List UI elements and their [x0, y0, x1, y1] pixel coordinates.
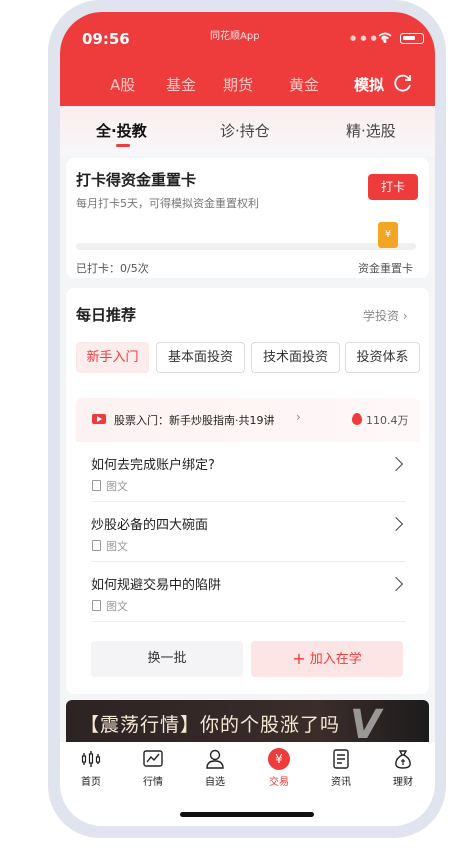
reset-card-icon: ¥	[378, 222, 398, 248]
candlestick-icon	[81, 751, 101, 767]
market-tab-fund[interactable]: 基金	[166, 74, 196, 95]
nav-home[interactable]: 首页	[66, 748, 116, 788]
market-tabs: A股 基金 期货 黄金 模拟	[60, 74, 435, 98]
tab-stock-picking[interactable]: 精·选股	[346, 120, 396, 141]
plus-icon: +	[292, 649, 306, 668]
nav-news[interactable]: 资讯	[316, 748, 366, 788]
nav-label: 资讯	[331, 777, 351, 788]
course-title: 股票入门：新手炒股指南·共19讲	[114, 414, 275, 427]
topic-chips: 新手入门 基本面投资 技术面投资 投资体系	[76, 342, 420, 374]
nav-label: 理财	[393, 777, 413, 788]
chevron-right-icon: ›	[402, 309, 408, 323]
nav-wealth[interactable]: 理财	[378, 748, 428, 788]
chevron-right-icon: ›	[296, 410, 301, 424]
chevron-right-icon	[388, 516, 404, 532]
chevron-right-icon	[388, 456, 404, 472]
document-icon	[92, 480, 101, 491]
tab-all-education[interactable]: 全·投教	[96, 120, 147, 141]
market-tab-futures[interactable]: 期货	[223, 74, 253, 95]
article-title: 如何去完成账户绑定?	[91, 458, 215, 473]
refresh-icon[interactable]	[393, 73, 413, 93]
category-tabs: 全·投教 诊·持仓 精·选股	[60, 106, 435, 156]
fire-icon	[352, 413, 362, 425]
app-screen: 09:56 同花顺App ● ● ● ● A股 基金 期货 黄金 模拟 全·投教…	[60, 12, 435, 826]
document-icon	[92, 540, 101, 551]
checkin-button[interactable]: 打卡	[368, 174, 418, 200]
checkin-title: 打卡得资金重置卡	[76, 171, 197, 189]
market-tab-a-share[interactable]: A股	[110, 74, 135, 95]
nav-label: 行情	[143, 777, 163, 788]
course-banner[interactable]: 股票入门：新手炒股指南·共19讲 › 110.4万	[76, 398, 420, 442]
nav-market[interactable]: 行情	[128, 748, 178, 788]
chip-fundamental[interactable]: 基本面投资	[156, 342, 245, 373]
market-tab-simulation[interactable]: 模拟	[354, 74, 384, 95]
chip-system[interactable]: 投资体系	[345, 342, 420, 373]
tab-diagnose-holdings[interactable]: 诊·持仓	[220, 120, 270, 141]
battery-icon	[400, 33, 424, 44]
daily-recommend-card: 每日推荐 学投资 › 新手入门 基本面投资 技术面投资 投资体系 股票入门：新手…	[66, 288, 429, 694]
active-tab-indicator	[116, 144, 130, 147]
nav-label: 交易	[269, 777, 289, 788]
home-indicator	[180, 812, 314, 817]
user-icon	[206, 749, 224, 769]
trade-icon: ¥	[268, 748, 290, 770]
chip-beginner[interactable]: 新手入门	[76, 342, 149, 373]
article-type: 图文	[106, 480, 128, 493]
chip-technical[interactable]: 技术面投资	[251, 342, 340, 373]
learn-invest-label: 学投资	[363, 309, 400, 323]
article-title: 如何规避交易中的陷阱	[91, 578, 222, 593]
article-item[interactable]: 如何去完成账户绑定? 图文	[91, 442, 406, 502]
wifi-icon	[378, 32, 392, 43]
status-app-label: 同花顺App	[210, 31, 260, 42]
article-type: 图文	[106, 540, 128, 553]
reset-card-label: 资金重置卡	[358, 262, 413, 275]
top-header: 09:56 同花顺App ● ● ● ● A股 基金 期货 黄金 模拟	[60, 12, 435, 106]
nav-watchlist[interactable]: 自选	[190, 748, 240, 788]
market-tab-gold[interactable]: 黄金	[289, 74, 319, 95]
document-icon	[92, 600, 101, 611]
checkin-subtitle: 每月打卡5天，可得模拟资金重置权利	[76, 197, 259, 210]
status-time: 09:56	[82, 30, 130, 48]
nav-label: 首页	[81, 777, 101, 788]
article-item[interactable]: 炒股必备的四大碗面 图文	[91, 502, 406, 562]
refresh-batch-button[interactable]: 换一批	[91, 641, 243, 677]
play-video-icon	[92, 414, 106, 424]
daily-title: 每日推荐	[76, 306, 137, 324]
nav-label: 自选	[205, 777, 225, 788]
learn-invest-link[interactable]: 学投资 ›	[363, 307, 408, 324]
course-views: 110.4万	[366, 414, 409, 427]
chevron-right-icon	[388, 576, 404, 592]
news-icon	[333, 749, 349, 769]
join-study-button[interactable]: + 加入在学	[251, 641, 403, 677]
banner-text: 【震荡行情】你的个股涨了吗	[80, 714, 341, 736]
checkin-card: 打卡得资金重置卡 每月打卡5天，可得模拟资金重置权利 打卡 ¥ 已打卡：0/5次…	[66, 158, 429, 278]
join-study-label: 加入在学	[309, 652, 362, 667]
article-item[interactable]: 如何规避交易中的陷阱 图文	[91, 562, 406, 622]
article-title: 炒股必备的四大碗面	[91, 518, 209, 533]
checkin-count: 已打卡：0/5次	[76, 262, 149, 275]
article-type: 图文	[106, 600, 128, 613]
checkin-progress-bar	[76, 243, 416, 250]
money-bag-icon	[395, 750, 411, 769]
line-chart-icon	[143, 750, 163, 767]
nav-trade[interactable]: ¥ 交易	[254, 748, 304, 788]
